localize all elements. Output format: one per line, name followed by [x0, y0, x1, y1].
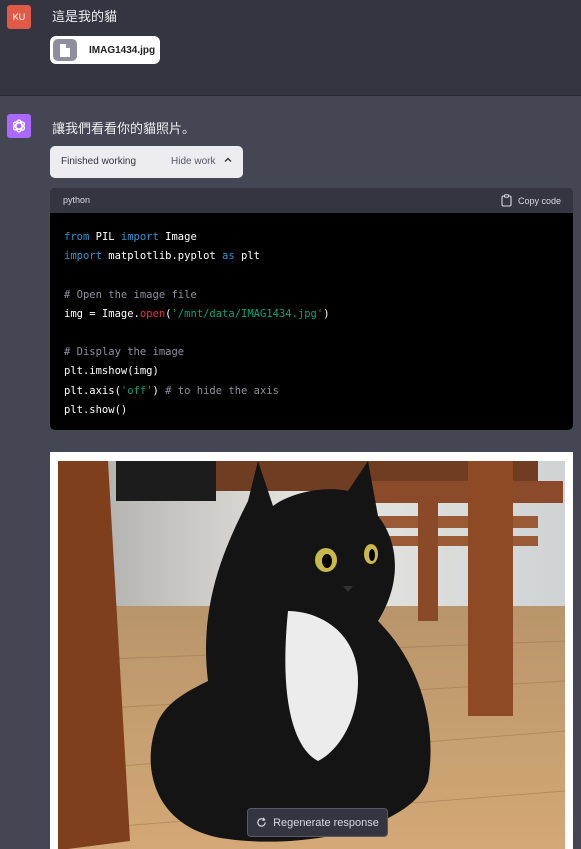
copy-code-button[interactable]: Copy code [501, 194, 561, 207]
work-status-pill[interactable]: Finished working Hide work [50, 146, 243, 178]
code-line: plt.show() [64, 403, 128, 416]
code-language: python [63, 195, 91, 205]
output-image-frame [50, 452, 573, 849]
code-content: from PIL import Image import matplotlib.… [50, 213, 573, 430]
code-line: # Display the image [64, 346, 185, 359]
file-name: IMAG1434.jpg [89, 44, 156, 56]
code-line: plt.axis('off') # to hide the axis [64, 384, 279, 397]
copy-code-label: Copy code [517, 195, 561, 206]
refresh-icon [257, 817, 266, 827]
regenerate-label: Regenerate response [273, 816, 379, 829]
code-line: plt.imshow(img) [64, 365, 159, 378]
user-avatar: KU [7, 5, 31, 29]
code-line: # Open the image file [64, 288, 197, 301]
hide-work-button[interactable]: Hide work [171, 156, 215, 167]
chevron-up-icon[interactable] [222, 154, 234, 166]
code-line: img = Image.open('/mnt/data/IMAG1434.jpg… [64, 307, 330, 320]
work-status-text: Finished working [61, 156, 137, 167]
file-icon [53, 39, 77, 61]
code-header: python Copy code [50, 188, 573, 213]
openai-logo-icon [12, 119, 26, 133]
code-block: python Copy code from PIL import Image i… [50, 188, 573, 430]
user-message: KU 這是我的貓 IMAG1434.jpg [0, 0, 581, 96]
assistant-avatar [7, 114, 31, 138]
code-line: import matplotlib.pyplot as plt [64, 250, 260, 263]
regenerate-response-button[interactable]: Regenerate response [247, 808, 388, 837]
code-line: from PIL import Image [64, 231, 197, 243]
user-message-text: 這是我的貓 [52, 9, 118, 24]
file-attachment[interactable]: IMAG1434.jpg [50, 36, 160, 64]
clipboard-icon [501, 194, 512, 207]
assistant-message-text: 讓我們看看你的貓照片。 [52, 121, 196, 136]
cat-photo [58, 461, 565, 849]
